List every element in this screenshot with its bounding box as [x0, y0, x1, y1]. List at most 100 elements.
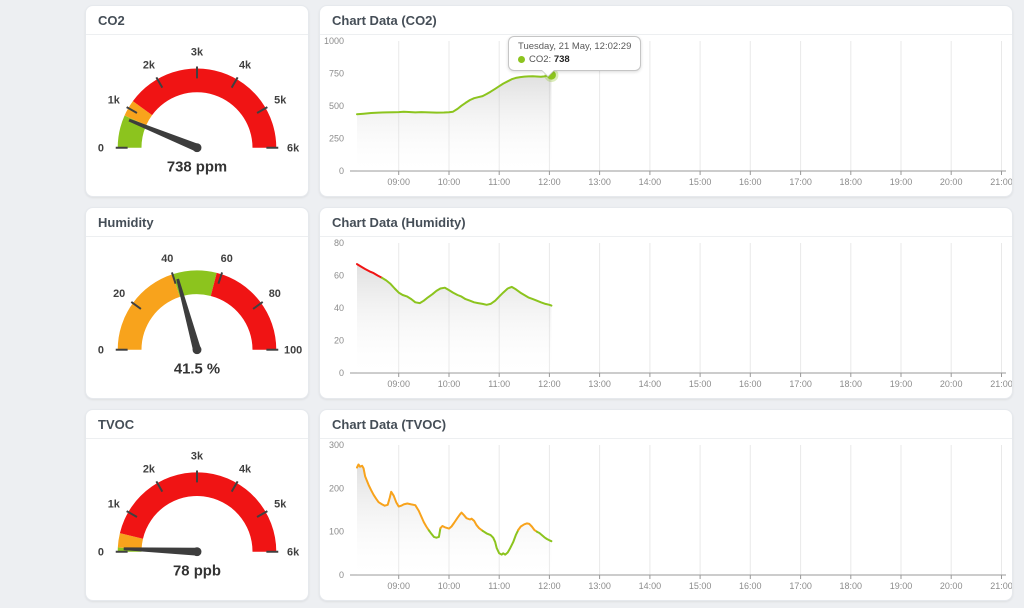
y-tick-label: 60	[334, 271, 344, 281]
gauge-zone-red	[120, 472, 276, 551]
gauge-tick-label: 20	[113, 288, 125, 300]
tooltip-timestamp: Tuesday, 21 May, 12:02:29	[518, 41, 631, 52]
gauge-tick-label: 0	[98, 345, 104, 357]
tooltip-series-value: 738	[554, 54, 570, 65]
x-tick-label: 16:00	[739, 177, 762, 187]
x-tick-label: 21:00	[990, 379, 1012, 389]
tvoc-chart-card: Chart Data (TVOC) 09:00 10:00 11:00 12:00 13…	[319, 409, 1013, 601]
x-tick-label: 19:00	[890, 581, 913, 591]
humidity-gauge: 0 20 40 60 80 100 41.5 %	[86, 237, 308, 399]
x-tick-label: 21:00	[990, 177, 1012, 187]
x-tick-label: 14:00	[639, 379, 662, 389]
y-tick-label: 0	[339, 570, 344, 580]
y-tick-label: 500	[329, 101, 344, 111]
x-tick-label: 11:00	[488, 379, 510, 389]
tooltip-arrow-inner	[541, 69, 555, 76]
gauge-tick-label: 0	[98, 143, 104, 155]
gauge-tick-label: 80	[269, 288, 281, 300]
x-tick-label: 11:00	[488, 177, 510, 187]
co2-gauge-card: CO2 01k2k3k4k5k6k738 ppm	[85, 5, 309, 197]
gauge-tick-label: 3k	[191, 451, 204, 463]
co2-gauge: 0 1k 2k 3k 4k 5k 6k 738 ppm	[86, 35, 308, 197]
gauge-tick-label: 3k	[191, 47, 204, 59]
tooltip-series-label: CO2:	[529, 54, 551, 65]
gauge-tick-label: 6k	[287, 547, 300, 559]
x-tick-label: 21:00	[990, 581, 1012, 591]
x-tick-label: 17:00	[789, 581, 812, 591]
y-tick-label: 100	[329, 527, 344, 537]
x-tick-label: 17:00	[789, 379, 812, 389]
tooltip-value-row: CO2: 738	[518, 54, 631, 65]
gauge-zone-red	[133, 68, 276, 147]
area-fill	[357, 465, 551, 576]
gauge-tick-label: 60	[221, 253, 233, 265]
tvoc-chart[interactable]: 09:00 10:00 11:00 12:00 13:00 14:00 15:00 16:00…	[320, 439, 1012, 601]
x-tick-label: 18:00	[840, 581, 863, 591]
gauge-value: 41.5 %	[174, 362, 220, 378]
humidity-gauge-title: Humidity	[86, 208, 308, 237]
gauge-tick-label: 5k	[274, 499, 287, 511]
gauge-tick-label: 0	[98, 547, 104, 559]
gauge-tick-label: 1k	[108, 95, 121, 107]
tvoc-gauge-title: TVOC	[86, 410, 308, 439]
x-tick-label: 16:00	[739, 379, 762, 389]
x-tick-label: 11:00	[488, 581, 510, 591]
gauge-tick-label: 100	[284, 345, 302, 357]
tvoc-gauge: 01k2k3k4k5k6k78 ppb	[86, 439, 308, 601]
tvoc-chart-title: Chart Data (TVOC)	[320, 410, 1012, 439]
y-tick-label: 750	[329, 69, 344, 79]
x-tick-label: 10:00	[438, 581, 461, 591]
gauge-zone-orange	[118, 274, 180, 349]
x-tick-label: 20:00	[940, 379, 963, 389]
gauge-tick-label: 2k	[143, 59, 156, 71]
y-tick-label: 0	[339, 368, 344, 378]
x-tick-label: 13:00	[588, 177, 611, 187]
humidity-chart-title: Chart Data (Humidity)	[320, 208, 1012, 237]
x-tick-label: 12:00	[538, 177, 561, 187]
gauge-tick-label: 5k	[274, 95, 287, 107]
area-fill	[357, 75, 551, 171]
y-tick-label: 20	[334, 336, 344, 346]
x-tick-label: 12:00	[538, 379, 561, 389]
x-tick-label: 17:00	[789, 177, 812, 187]
humidity-chart[interactable]: 09:0010:0011:0012:0013:0014:0015:0016:00…	[320, 237, 1012, 399]
gauge-zone-red	[211, 273, 277, 350]
x-tick-label: 16:00	[739, 581, 762, 591]
co2-chart-card: Chart Data (CO2) 09:0010:0011:0012:0013:…	[319, 5, 1013, 197]
x-tick-label: 14:00	[639, 581, 662, 591]
humidity-chart-card: Chart Data (Humidity) 09:00 10:00 11:00 12:…	[319, 207, 1013, 399]
x-tick-label: 09:00	[387, 379, 410, 389]
gauge-needle-pivot	[193, 345, 202, 354]
series-dot-icon	[518, 56, 525, 63]
x-tick-label: 10:00	[438, 177, 461, 187]
y-tick-label: 200	[329, 483, 344, 493]
gauge-needle-pivot	[193, 547, 202, 556]
x-tick-label: 15:00	[689, 581, 712, 591]
y-tick-label: 40	[334, 303, 344, 313]
y-tick-label: 80	[334, 238, 344, 248]
x-tick-label: 09:00	[387, 177, 410, 187]
x-tick-label: 09:00	[387, 581, 410, 591]
gauge-tick-label: 4k	[239, 59, 252, 71]
tvoc-gauge-card: TVOC 01k2k3k4k5k6k78 ppb	[85, 409, 309, 601]
x-tick-label: 12:00	[538, 581, 561, 591]
co2-chart[interactable]: 09:00 10:00 11:00 12:00 13:00 14:00 15:00 16:00…	[320, 35, 1012, 197]
x-tick-label: 18:00	[840, 177, 863, 187]
chart-tooltip: Tuesday, 21 May, 12:02:29 CO2: 738	[508, 36, 641, 71]
x-tick-label: 13:00	[588, 581, 611, 591]
y-tick-label: 0	[339, 166, 344, 176]
gauge-tick-label: 40	[161, 253, 173, 265]
dashboard: CO2 01k2k3k4k5k6k738 ppm Chart Data (CO2…	[0, 0, 1024, 601]
gauge-value: 738 ppm	[167, 160, 227, 176]
x-tick-label: 18:00	[840, 379, 863, 389]
gauge-tick-label: 2k	[143, 463, 156, 475]
x-tick-label: 19:00	[890, 379, 913, 389]
gauge-tick-label: 6k	[287, 143, 300, 155]
x-tick-label: 13:00	[588, 379, 611, 389]
x-tick-label: 15:00	[689, 177, 712, 187]
gauge-needle-pivot	[193, 143, 202, 152]
y-tick-label: 300	[329, 440, 344, 450]
y-tick-label: 1000	[324, 36, 344, 46]
x-tick-label: 10:00	[438, 379, 461, 389]
x-tick-label: 14:00	[639, 177, 662, 187]
